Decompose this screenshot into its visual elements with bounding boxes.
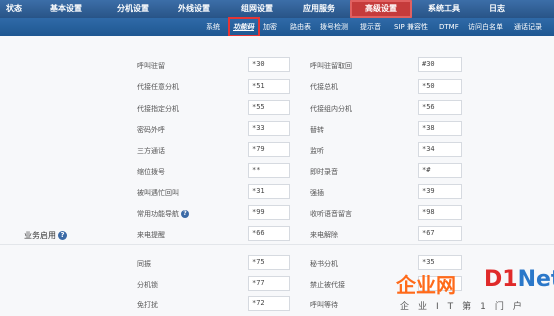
top-tab-app-services[interactable]: 应用服务: [288, 0, 350, 18]
label-pickup-operator: 代接总机: [310, 83, 338, 91]
sub-tab-system[interactable]: 系统: [206, 18, 220, 36]
label-function-nav: 常用功能导航?: [137, 209, 189, 219]
top-tab-logs[interactable]: 日志: [476, 0, 518, 18]
section-title-business: 业务启用?: [24, 230, 67, 241]
top-tab-system-tools[interactable]: 系统工具: [412, 0, 476, 18]
label-secretary: 秘书分机: [310, 260, 338, 268]
input-function-nav[interactable]: *99: [248, 205, 290, 220]
input-pickup-any[interactable]: *51: [248, 79, 290, 94]
input-three-way-call[interactable]: *79: [248, 142, 290, 157]
top-tab-advanced-settings[interactable]: 高级设置: [350, 0, 412, 18]
top-tab-trunk-settings[interactable]: 外线设置: [162, 0, 226, 18]
label-call-reminder-cancel: 来电解除: [310, 231, 338, 239]
input-monitor[interactable]: *34: [418, 142, 462, 157]
label-speed-dial: 缩位拨号: [137, 168, 165, 176]
label-pickup-any: 代接任意分机: [137, 83, 179, 91]
label-three-way-call: 三方通话: [137, 147, 165, 155]
watermark-brand-cn: 企业网: [396, 273, 456, 297]
input-call-reminder-cancel[interactable]: *67: [418, 226, 462, 241]
label-function-nav-text: 常用功能导航: [137, 210, 179, 218]
input-pickup-specific[interactable]: *55: [248, 100, 290, 115]
input-password-call[interactable]: *33: [248, 121, 290, 136]
label-barge-in: 强插: [310, 189, 324, 197]
sub-tab-access-whitelist[interactable]: 访问白名单: [468, 18, 503, 36]
sub-tab-dtmf[interactable]: DTMF: [439, 18, 459, 36]
input-busy-callback[interactable]: *31: [248, 184, 290, 199]
watermark-net: Net: [517, 267, 554, 292]
watermark-brand-d1net: D1Net: [484, 267, 554, 292]
input-extension-lock[interactable]: *77: [248, 276, 290, 291]
sub-tab-encryption[interactable]: 加密: [263, 18, 277, 36]
label-call-waiting: 呼叫等待: [310, 301, 338, 309]
top-tab-extension-settings[interactable]: 分机设置: [104, 0, 162, 18]
label-busy-callback: 被叫遇忙回叫: [137, 189, 179, 197]
input-pickup-group[interactable]: *56: [418, 100, 462, 115]
help-icon[interactable]: ?: [58, 231, 67, 240]
label-simul-ring: 同振: [137, 260, 151, 268]
label-extension-lock: 分机锁: [137, 281, 158, 289]
label-call-reminder: 来电提醒: [137, 231, 165, 239]
sub-navigation: 系统 功能码 加密 路由表 拨号检测 提示音 SIP 兼容性 DTMF 访问白名…: [0, 18, 554, 36]
sub-tab-dial-detection[interactable]: 拨号检测: [320, 18, 348, 36]
top-navigation: 状态 基本设置 分机设置 外线设置 组网设置 应用服务 高级设置 系统工具 日志: [0, 0, 554, 18]
input-voicemail[interactable]: *98: [418, 205, 462, 220]
input-call-park[interactable]: *30: [248, 57, 290, 72]
watermark-d1: D1: [484, 267, 518, 292]
input-call-park-retrieve[interactable]: #30: [418, 57, 462, 72]
input-call-reminder[interactable]: *66: [248, 226, 290, 241]
input-speed-dial[interactable]: **: [248, 163, 290, 178]
label-password-call: 密码外呼: [137, 126, 165, 134]
label-call-park: 呼叫驻留: [137, 62, 165, 70]
section-title-text: 业务启用: [24, 231, 56, 240]
label-monitor: 监听: [310, 147, 324, 155]
help-icon[interactable]: ?: [181, 210, 189, 218]
top-tab-status[interactable]: 状态: [0, 0, 28, 18]
active-subtab-highlight: [228, 17, 260, 37]
label-instant-record: 即时录音: [310, 168, 338, 176]
input-simul-ring[interactable]: *75: [248, 255, 290, 270]
section-divider: [0, 244, 554, 245]
sub-tab-prompts[interactable]: 提示音: [360, 18, 381, 36]
label-dnd: 免打扰: [137, 301, 158, 309]
sub-tab-sip-compat[interactable]: SIP 兼容性: [394, 18, 428, 36]
sub-tab-routing-table[interactable]: 路由表: [290, 18, 311, 36]
label-pickup-specific: 代接指定分机: [137, 105, 179, 113]
watermark-logo: 企业网 D1Net 企业IT第1门户: [396, 264, 554, 316]
label-substitute: 替转: [310, 126, 324, 134]
top-tab-network-settings[interactable]: 组网设置: [226, 0, 288, 18]
label-block-pickup: 禁止被代接: [310, 281, 345, 289]
label-voicemail: 收听语音留言: [310, 210, 352, 218]
watermark-tagline: 企业IT第1门户: [400, 302, 531, 312]
label-call-park-retrieve: 呼叫驻留取回: [310, 62, 352, 70]
label-pickup-group: 代接组内分机: [310, 105, 352, 113]
top-tab-basic-settings[interactable]: 基本设置: [28, 0, 104, 18]
input-pickup-operator[interactable]: *50: [418, 79, 462, 94]
input-substitute[interactable]: *38: [418, 121, 462, 136]
sub-tab-call-records[interactable]: 通话记录: [514, 18, 542, 36]
input-barge-in[interactable]: *39: [418, 184, 462, 199]
input-instant-record[interactable]: *#: [418, 163, 462, 178]
input-dnd[interactable]: *72: [248, 296, 290, 311]
